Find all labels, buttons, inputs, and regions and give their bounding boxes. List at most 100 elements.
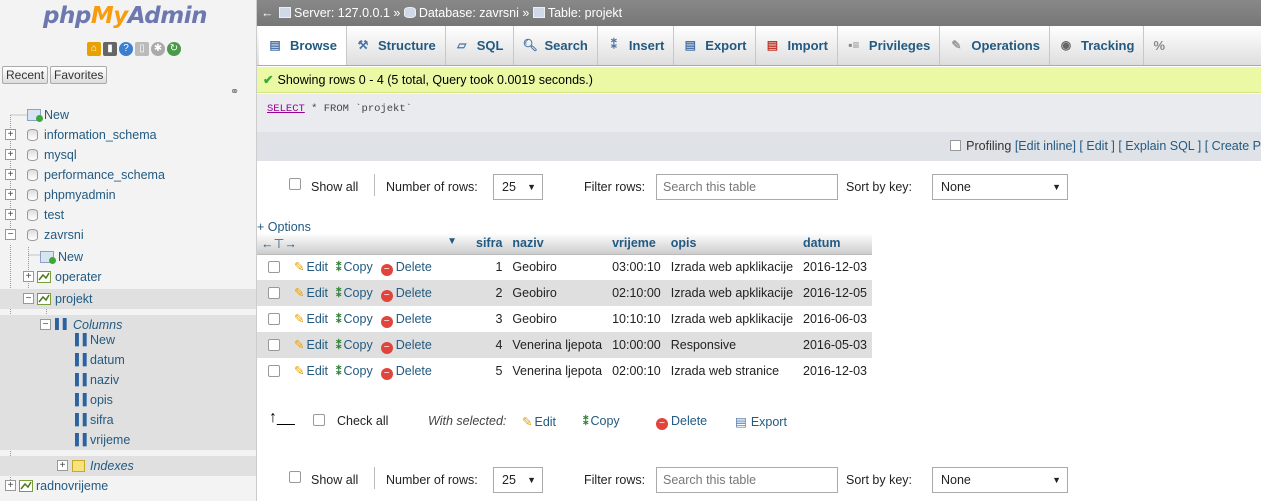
- row-edit-button[interactable]: ✎ Edit: [294, 286, 328, 300]
- row-checkbox[interactable]: [268, 312, 280, 325]
- profiling-checkbox[interactable]: [950, 140, 962, 151]
- tree-node-column-vrijeme[interactable]: ▌▌ vrijeme: [0, 430, 256, 450]
- row-delete-button[interactable]: − Delete: [380, 338, 432, 354]
- tree-node-mysql[interactable]: + mysql: [0, 145, 256, 165]
- phpmyadmin-logo[interactable]: phpMyAdmin: [43, 3, 207, 29]
- table-row[interactable]: ✎ Edit ⁑ Copy − Delete 2 Geobiro 02:10:00 Izrada …: [257, 280, 872, 306]
- bulk-edit-button[interactable]: ✎ Edit: [522, 414, 556, 429]
- row-checkbox[interactable]: [268, 338, 280, 351]
- row-copy-button[interactable]: ⁑ Copy: [336, 286, 373, 300]
- tab-tracking[interactable]: ◉ Tracking: [1050, 26, 1145, 65]
- sql-keyword[interactable]: SELECT: [267, 103, 305, 115]
- query-links[interactable]: [Edit inline] [ Edit ] [ Explain SQL ] […: [1015, 139, 1261, 153]
- cell-naziv[interactable]: Geobiro: [507, 280, 608, 306]
- cell-vrijeme[interactable]: 02:10:00: [607, 280, 666, 306]
- tree-node-performance-schema[interactable]: + performance_schema: [0, 165, 256, 185]
- cell-datum[interactable]: 2016-12-05: [798, 280, 872, 306]
- check-all-checkbox[interactable]: [313, 414, 325, 426]
- table-row[interactable]: ✎ Edit ⁑ Copy − Delete 5 Venerina ljepota 02:00:…: [257, 358, 872, 384]
- column-header-vrijeme[interactable]: vrijeme: [607, 233, 666, 255]
- cell-datum[interactable]: 2016-06-03: [798, 306, 872, 332]
- tab-import[interactable]: ▤ Import: [756, 26, 838, 65]
- tab-operations[interactable]: ✎ Operations: [940, 26, 1050, 65]
- column-header-sifra[interactable]: sifra: [471, 233, 508, 255]
- tree-node-test[interactable]: + test: [0, 205, 256, 225]
- row-delete-button[interactable]: − Delete: [380, 260, 432, 276]
- row-edit-button[interactable]: ✎ Edit: [294, 364, 328, 378]
- tree-node-new-database[interactable]: New: [0, 105, 256, 125]
- tab-privileges[interactable]: ▪≡ Privileges: [838, 26, 941, 65]
- row-copy-button[interactable]: ⁑ Copy: [336, 338, 373, 352]
- tree-node-indexes[interactable]: + Indexes: [0, 456, 256, 476]
- docs-icon[interactable]: ▯: [135, 42, 149, 56]
- cell-opis[interactable]: Responsive: [665, 332, 799, 358]
- tree-node-operater[interactable]: + operater: [0, 267, 256, 287]
- cell-opis[interactable]: Izrada web apklikacije: [665, 254, 799, 280]
- cell-vrijeme[interactable]: 10:10:10: [607, 306, 666, 332]
- column-header-naziv[interactable]: naziv: [507, 233, 608, 255]
- sort-by-key-select[interactable]: None ▼: [932, 467, 1068, 493]
- cell-sifra[interactable]: 5: [471, 358, 508, 384]
- cell-datum[interactable]: 2016-05-03: [798, 332, 872, 358]
- tree-node-radnovrijeme[interactable]: + radnovrijeme: [0, 476, 256, 496]
- cell-sifra[interactable]: 2: [471, 280, 508, 306]
- rows-per-page-select[interactable]: 25 ▼: [493, 174, 543, 200]
- tree-node-new-table[interactable]: New: [0, 247, 256, 267]
- rows-per-page-select[interactable]: 25 ▼: [493, 467, 543, 493]
- bulk-copy-button[interactable]: ⁑ Copy: [583, 414, 620, 428]
- breadcrumb-database[interactable]: Database: zavrsni: [419, 6, 519, 20]
- column-header-datum[interactable]: datum: [798, 233, 872, 255]
- bulk-export-button[interactable]: ▤ Export: [735, 414, 787, 429]
- row-delete-button[interactable]: − Delete: [380, 286, 432, 302]
- settings-icon[interactable]: ✱: [151, 42, 165, 56]
- row-checkbox[interactable]: [268, 260, 280, 273]
- favorites-tab[interactable]: Favorites: [50, 66, 108, 84]
- tab-insert[interactable]: ⁑ Insert: [598, 26, 675, 65]
- tree-node-new-column[interactable]: ▌▌ New: [0, 330, 256, 350]
- cell-datum[interactable]: 2016-12-03: [798, 254, 872, 280]
- row-edit-button[interactable]: ✎ Edit: [294, 338, 328, 352]
- tree-node-phpmyadmin[interactable]: + phpmyadmin: [0, 185, 256, 205]
- show-all-checkbox[interactable]: [289, 178, 301, 190]
- table-row[interactable]: ✎ Edit ⁑ Copy − Delete 4 Venerina ljepota 10:00:…: [257, 332, 872, 358]
- cell-vrijeme[interactable]: 02:00:10: [607, 358, 666, 384]
- cell-vrijeme[interactable]: 03:00:10: [607, 254, 666, 280]
- expand-columns-icon[interactable]: ←⊤→: [261, 237, 297, 251]
- cell-naziv[interactable]: Geobiro: [507, 306, 608, 332]
- tree-node-column-sifra[interactable]: ▌▌ sifra: [0, 410, 256, 430]
- tab-sql[interactable]: ▱ SQL: [446, 26, 514, 65]
- options-link[interactable]: + Options: [257, 220, 311, 234]
- row-delete-button[interactable]: − Delete: [380, 364, 432, 380]
- tree-node-column-opis[interactable]: ▌▌ opis: [0, 390, 256, 410]
- collapse-arrow-icon[interactable]: ←: [261, 0, 274, 26]
- cell-sifra[interactable]: 3: [471, 306, 508, 332]
- tree-node-information-schema[interactable]: + information_schema: [0, 125, 256, 145]
- filter-rows-input[interactable]: Search this table: [656, 174, 838, 200]
- cell-naziv[interactable]: Venerina ljepota: [507, 332, 608, 358]
- cell-vrijeme[interactable]: 10:00:00: [607, 332, 666, 358]
- tree-node-projekt[interactable]: − projekt: [0, 289, 256, 309]
- tree-node-zavrsni[interactable]: − zavrsni: [0, 225, 256, 245]
- breadcrumb-table[interactable]: Table: projekt: [548, 6, 622, 20]
- row-delete-button[interactable]: − Delete: [380, 312, 432, 328]
- row-checkbox[interactable]: [268, 364, 280, 377]
- column-header-opis[interactable]: opis: [665, 233, 799, 255]
- tree-node-column-naziv[interactable]: ▌▌ naziv: [0, 370, 256, 390]
- cell-opis[interactable]: Izrada web apklikacije: [665, 306, 799, 332]
- help-icon[interactable]: ?: [119, 42, 133, 56]
- cell-opis[interactable]: Izrada web stranice: [665, 358, 799, 384]
- cell-sifra[interactable]: 1: [471, 254, 508, 280]
- row-copy-button[interactable]: ⁑ Copy: [336, 312, 373, 326]
- cell-opis[interactable]: Izrada web apklikacije: [665, 280, 799, 306]
- tree-node-column-datum[interactable]: ▌▌ datum: [0, 350, 256, 370]
- row-copy-button[interactable]: ⁑ Copy: [336, 260, 373, 274]
- sort-dropdown-icon[interactable]: ▼: [447, 236, 457, 247]
- tab-search[interactable]: 🔍︎ Search: [514, 26, 598, 65]
- link-with-main-icon[interactable]: ⚭: [230, 85, 239, 98]
- logout-icon[interactable]: ▮: [103, 42, 117, 56]
- cell-datum[interactable]: 2016-12-03: [798, 358, 872, 384]
- table-row[interactable]: ✎ Edit ⁑ Copy − Delete 3 Geobiro 10:10:10 Izrada …: [257, 306, 872, 332]
- breadcrumb-server[interactable]: Server: 127.0.0.1: [294, 6, 390, 20]
- home-icon[interactable]: ⌂: [87, 42, 101, 56]
- row-edit-button[interactable]: ✎ Edit: [294, 260, 328, 274]
